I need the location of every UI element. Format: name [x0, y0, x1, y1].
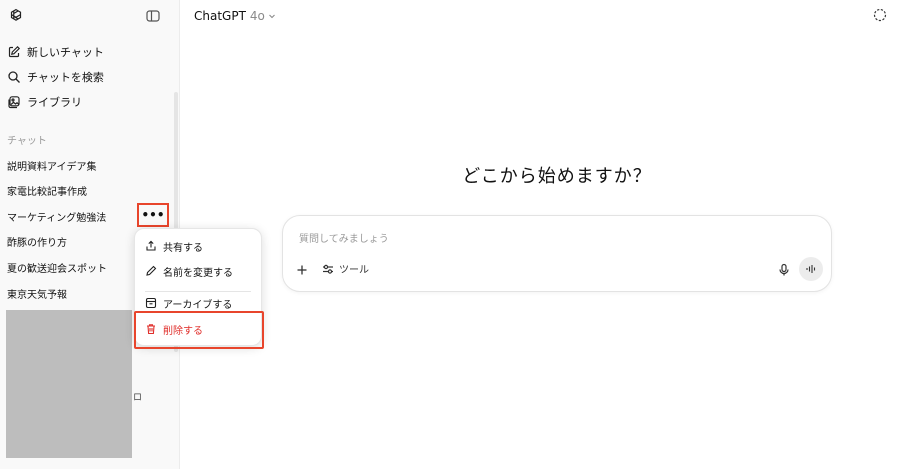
share-icon — [145, 240, 157, 252]
search-chats-button[interactable]: チャットを検索 — [0, 65, 172, 89]
model-name: ChatGPT — [194, 9, 246, 23]
pencil-icon — [145, 265, 157, 277]
model-selector[interactable]: ChatGPT 4o — [194, 9, 277, 23]
redacted-area — [6, 310, 132, 458]
page-heading: どこから始めますか？ — [462, 166, 652, 187]
share-label: 共有する — [163, 242, 203, 254]
plus-icon[interactable] — [295, 262, 309, 276]
waveform-icon — [806, 265, 816, 273]
tools-button[interactable]: ツール — [321, 261, 369, 276]
chat-item[interactable]: 説明資料アイデア集 — [0, 153, 172, 177]
library-icon — [7, 95, 21, 109]
model-version: 4o — [249, 9, 265, 23]
archive-label: アーカイブする — [163, 299, 233, 311]
search-icon — [7, 70, 21, 84]
composer[interactable]: 質問してみましょう ツール — [282, 215, 832, 292]
sidebar-toggle-icon[interactable] — [145, 8, 161, 24]
archive-icon — [145, 297, 157, 309]
library-label: ライブラリ — [27, 96, 82, 109]
chats-section-label: チャット — [7, 136, 47, 147]
openai-logo-icon[interactable] — [7, 7, 25, 25]
new-chat-label: 新しいチャット — [27, 46, 104, 59]
partial-text: ロ — [133, 393, 143, 403]
archive-menu-item[interactable]: アーカイブする — [145, 293, 257, 313]
temporary-chat-icon[interactable] — [872, 7, 888, 23]
rename-label: 名前を変更する — [163, 267, 233, 279]
voice-mode-button[interactable] — [799, 257, 823, 281]
chevron-down-icon — [267, 11, 277, 21]
chat-item[interactable]: 家電比較記事作成 — [0, 178, 172, 202]
compose-icon — [7, 45, 21, 59]
rename-menu-item[interactable]: 名前を変更する — [145, 261, 257, 281]
new-chat-button[interactable]: 新しいチャット — [0, 40, 172, 64]
chat-options-button[interactable]: ••• — [137, 203, 169, 227]
tools-label: ツール — [339, 265, 369, 276]
prompt-input[interactable]: 質問してみましょう — [299, 230, 389, 245]
library-button[interactable]: ライブラリ — [0, 90, 172, 114]
menu-divider — [145, 291, 251, 292]
tools-icon — [321, 262, 335, 276]
share-menu-item[interactable]: 共有する — [145, 236, 257, 256]
sidebar-header — [0, 0, 180, 34]
microphone-icon[interactable] — [777, 262, 791, 276]
search-chats-label: チャットを検索 — [27, 71, 104, 84]
delete-highlight-box — [134, 311, 264, 349]
